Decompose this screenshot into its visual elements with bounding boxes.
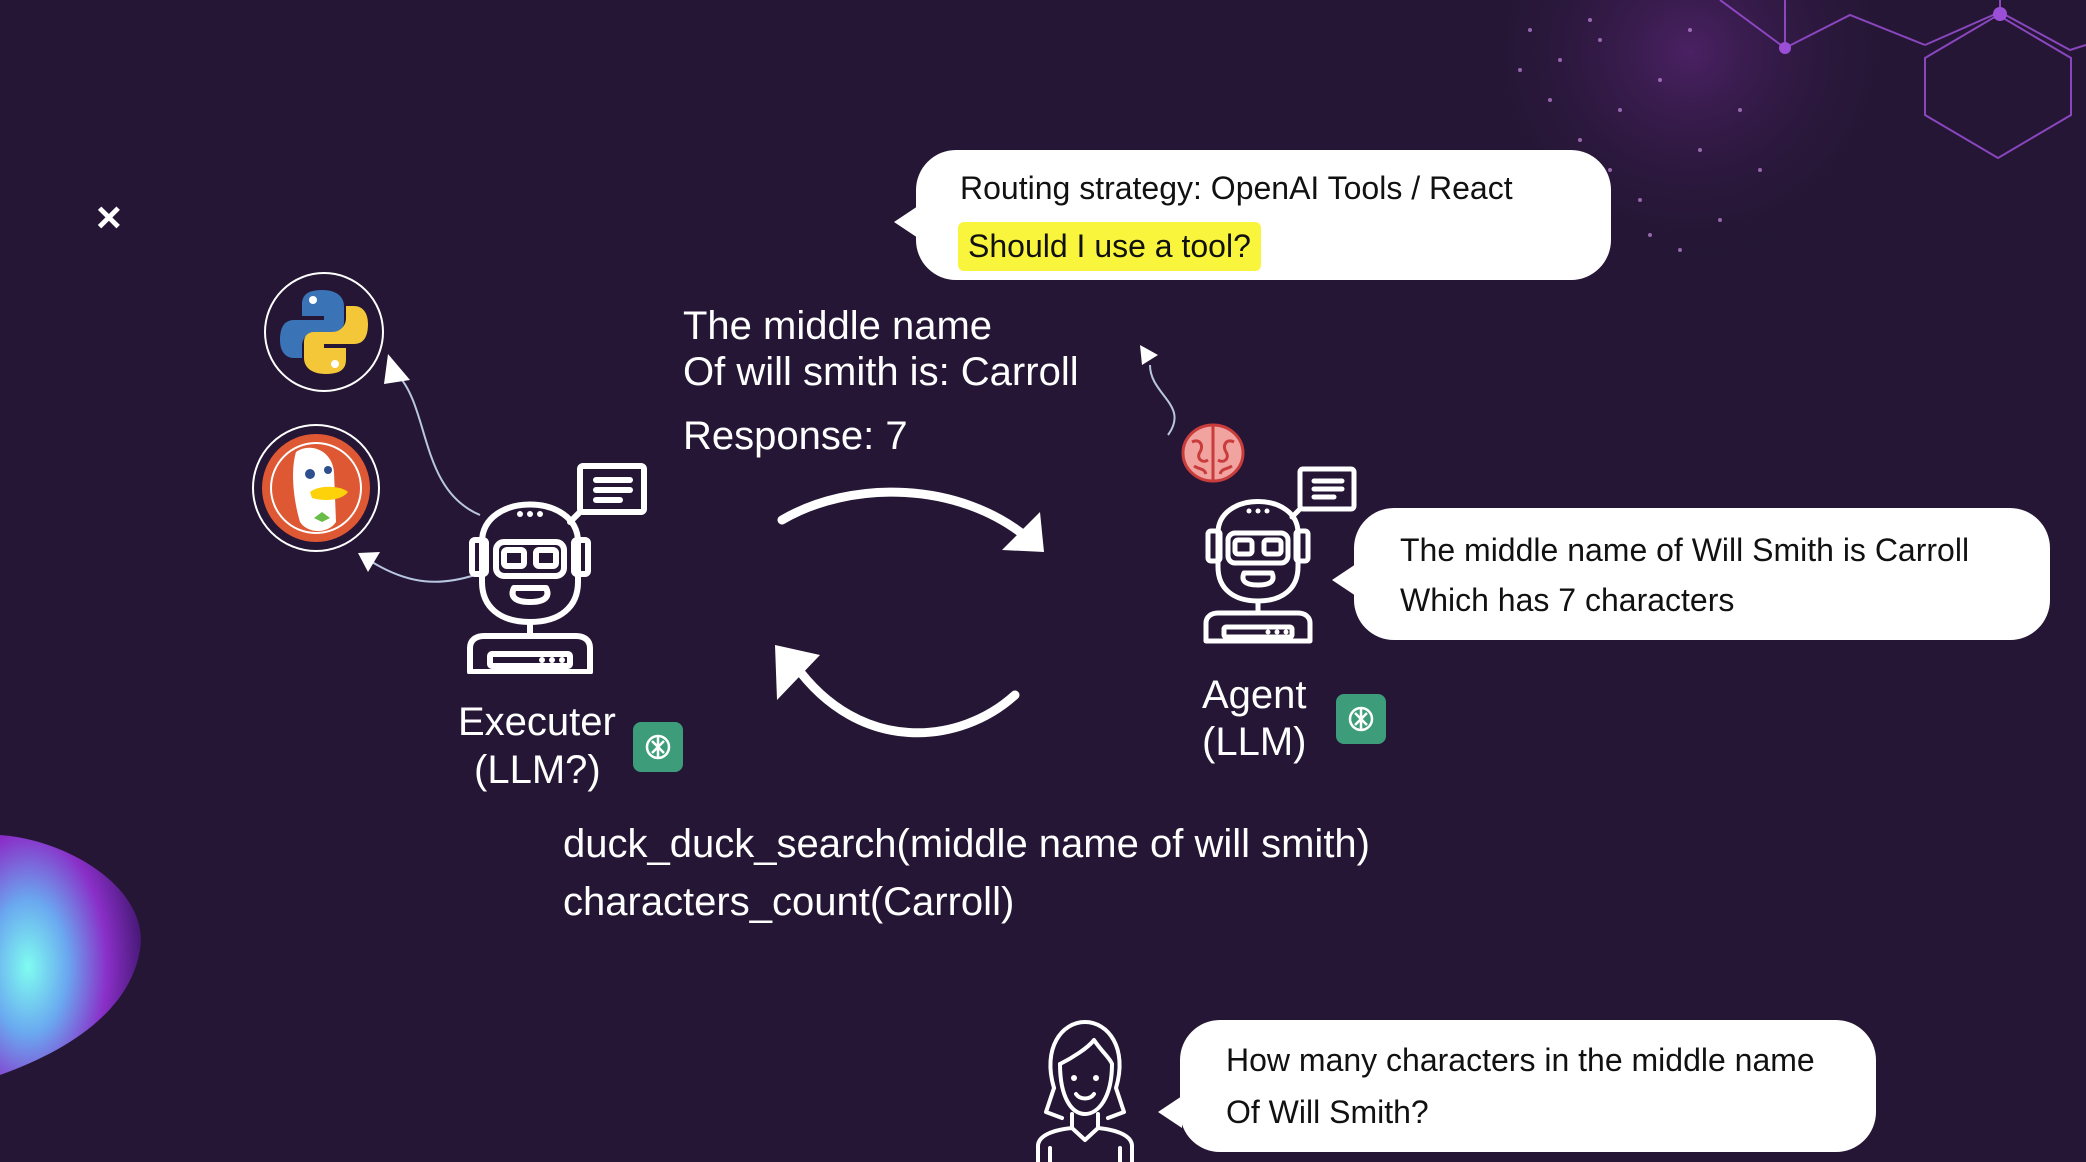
response-value: Response: 7 bbox=[683, 414, 908, 458]
user-icon bbox=[1036, 1020, 1134, 1162]
executer-sublabel: (LLM?) bbox=[474, 748, 601, 792]
routing-strategy-bubble: Routing strategy: OpenAI Tools / React S… bbox=[894, 150, 1611, 280]
user-question-line2: Of Will Smith? bbox=[1226, 1094, 1429, 1130]
routing-strategy-text: Routing strategy: OpenAI Tools / React bbox=[960, 170, 1513, 206]
tool-question-highlight: Should I use a tool? bbox=[958, 222, 1261, 271]
middle-name-result-line2: Of will smith is: Carroll bbox=[683, 350, 1079, 394]
glow-blob bbox=[0, 835, 141, 1075]
agent-robot-icon bbox=[1203, 466, 1357, 644]
middle-name-result: The middle name bbox=[683, 304, 993, 348]
executer-label: Executer bbox=[458, 700, 616, 744]
cycle-arrow-icon bbox=[775, 487, 1044, 738]
tool-call-count: characters_count(Carroll) bbox=[563, 880, 1015, 924]
tool-call-search: duck_duck_search(middle name of will smi… bbox=[563, 822, 1370, 866]
user-question-line1: How many characters in the middle name bbox=[1226, 1042, 1815, 1078]
agent-answer-line1: The middle name of Will Smith is Carroll bbox=[1400, 532, 1970, 568]
close-icon[interactable]: × bbox=[96, 196, 122, 240]
executer-robot-icon bbox=[467, 463, 647, 674]
agent-answer-line2: Which has 7 characters bbox=[1400, 582, 1735, 618]
chatgpt-icon bbox=[1336, 694, 1386, 744]
agent-label: Agent bbox=[1202, 673, 1307, 717]
chatgpt-icon bbox=[633, 722, 683, 772]
agent-answer-bubble: The middle name of Will Smith is Carroll… bbox=[1332, 508, 2050, 640]
agent-sublabel: (LLM) bbox=[1202, 720, 1307, 764]
user-question-bubble: How many characters in the middle name O… bbox=[1158, 1020, 1876, 1152]
